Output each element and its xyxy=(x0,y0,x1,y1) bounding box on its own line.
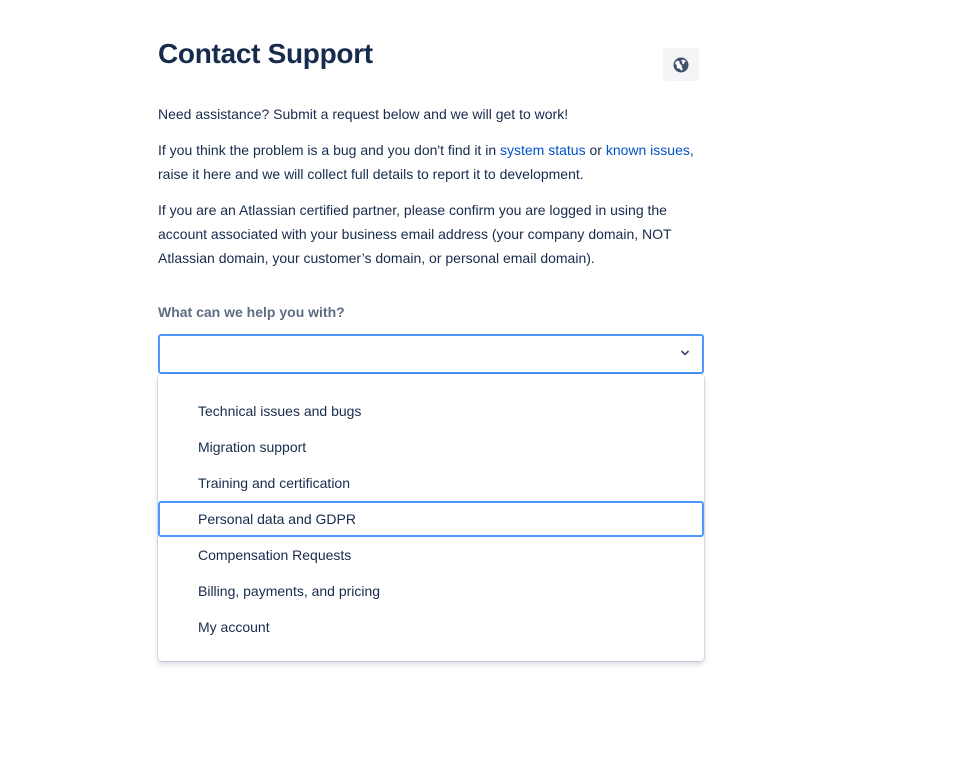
language-selector-button[interactable] xyxy=(663,48,699,81)
option-compensation-requests[interactable]: Compensation Requests xyxy=(158,537,704,573)
help-topic-dropdown-menu: Technical issues and bugs Migration supp… xyxy=(158,374,704,661)
bug-text-before: If you think the problem is a bug and yo… xyxy=(158,142,500,158)
system-status-link[interactable]: system status xyxy=(500,142,586,158)
known-issues-link[interactable]: known issues xyxy=(606,142,690,158)
bug-report-text: If you think the problem is a bug and yo… xyxy=(158,138,704,186)
option-my-account[interactable]: My account xyxy=(158,609,704,645)
option-billing-payments-pricing[interactable]: Billing, payments, and pricing xyxy=(158,573,704,609)
help-topic-select[interactable] xyxy=(158,334,704,374)
option-personal-data-gdpr[interactable]: Personal data and GDPR xyxy=(158,501,704,537)
page-title: Contact Support xyxy=(158,38,373,69)
intro-text: Need assistance? Submit a request below … xyxy=(158,106,569,122)
chevron-down-icon xyxy=(681,350,689,356)
option-training-certification[interactable]: Training and certification xyxy=(158,465,704,501)
globe-icon xyxy=(673,57,689,72)
partner-text: If you are an Atlassian certified partne… xyxy=(158,202,672,266)
bug-text-or: or xyxy=(585,142,606,158)
contact-support-page: Contact Support Need assistance? Submit … xyxy=(0,0,966,757)
option-technical-issues[interactable]: Technical issues and bugs xyxy=(158,393,704,429)
option-migration-support[interactable]: Migration support xyxy=(158,429,704,465)
help-topic-label: What can we help you with? xyxy=(158,304,345,320)
